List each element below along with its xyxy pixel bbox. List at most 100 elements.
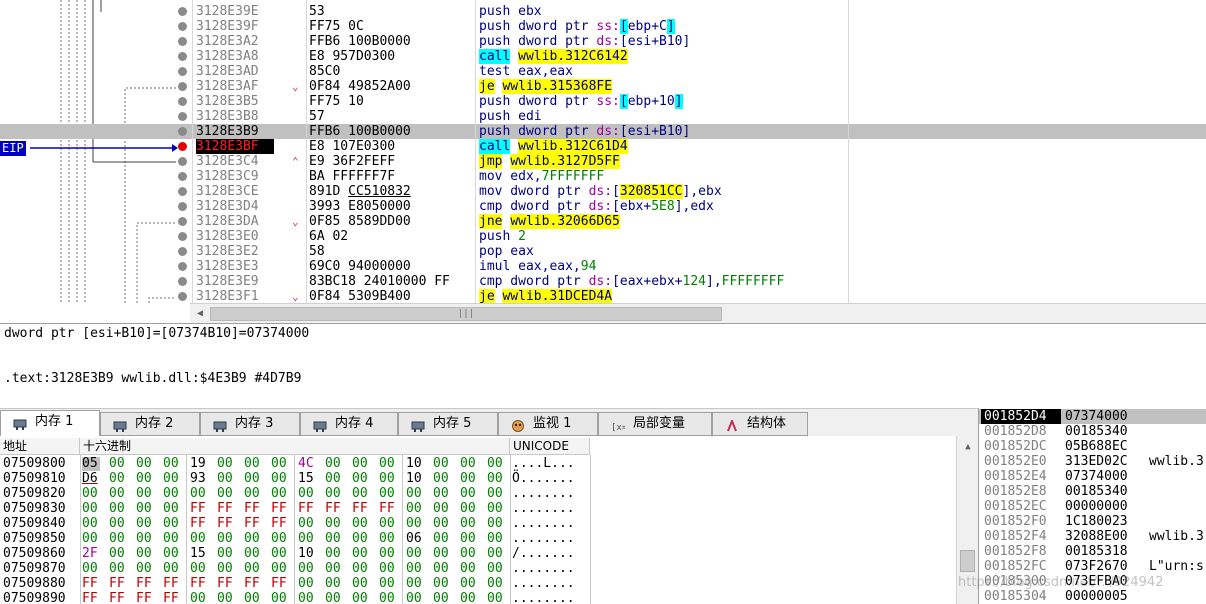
disasm-row[interactable]: 3128E39E 53 push ebx bbox=[0, 4, 1206, 19]
dump-byte[interactable]: 00 bbox=[352, 487, 370, 501]
line-marker-icon[interactable] bbox=[178, 172, 187, 181]
dump-byte[interactable]: 00 bbox=[82, 562, 100, 576]
dump-byte[interactable]: 00 bbox=[352, 547, 370, 561]
line-marker-icon[interactable] bbox=[178, 157, 187, 166]
dump-byte[interactable]: 00 bbox=[406, 592, 424, 604]
dump-byte[interactable]: 00 bbox=[325, 562, 343, 576]
dump-byte[interactable]: 00 bbox=[298, 592, 316, 604]
dump-byte[interactable]: 00 bbox=[325, 487, 343, 501]
dump-byte[interactable]: 00 bbox=[217, 487, 235, 501]
dump-byte[interactable]: 00 bbox=[460, 487, 478, 501]
dump-byte[interactable]: 00 bbox=[298, 577, 316, 591]
dump-byte[interactable]: 00 bbox=[82, 502, 100, 516]
disasm-row[interactable]: 3128E3DA ⌄ 0F85 8589DD00 jne wwlib.32066D65 bbox=[0, 214, 1206, 229]
dump-byte[interactable]: 00 bbox=[379, 517, 397, 531]
dump-byte[interactable]: 00 bbox=[244, 487, 262, 501]
dump-byte[interactable]: 00 bbox=[460, 562, 478, 576]
dump-byte[interactable]: 00 bbox=[298, 562, 316, 576]
dump-byte[interactable]: 00 bbox=[298, 532, 316, 546]
dump-byte[interactable]: 00 bbox=[433, 457, 451, 471]
dump-byte[interactable]: 00 bbox=[406, 547, 424, 561]
dump-byte[interactable]: 00 bbox=[460, 532, 478, 546]
dump-byte[interactable]: 00 bbox=[109, 562, 127, 576]
dump-byte[interactable]: FF bbox=[244, 577, 262, 591]
dump-byte[interactable]: 00 bbox=[487, 532, 505, 546]
dump-byte[interactable]: 00 bbox=[271, 562, 289, 576]
dump-byte[interactable]: 00 bbox=[244, 547, 262, 561]
dump-byte[interactable]: 10 bbox=[406, 472, 424, 486]
tab-4[interactable]: 内存 4 bbox=[300, 412, 398, 436]
dump-byte[interactable]: 00 bbox=[352, 592, 370, 604]
dump-byte[interactable]: 00 bbox=[163, 487, 181, 501]
dump-byte[interactable]: FF bbox=[109, 577, 127, 591]
dump-byte[interactable]: FF bbox=[325, 502, 343, 516]
dump-byte[interactable]: FF bbox=[298, 502, 316, 516]
disassembly-pane[interactable]: EIP 3128E39E 53 push ebx 3128E39F FF75 0C pus… bbox=[0, 0, 1206, 303]
dump-byte[interactable]: 00 bbox=[325, 457, 343, 471]
dump-byte[interactable]: FF bbox=[190, 577, 208, 591]
dump-byte[interactable]: 00 bbox=[325, 532, 343, 546]
dump-byte[interactable]: 00 bbox=[190, 487, 208, 501]
disasm-row[interactable]: 3128E3AF ⌄ 0F84 49852A00 je wwlib.315368FE bbox=[0, 79, 1206, 94]
dump-byte[interactable]: 00 bbox=[217, 457, 235, 471]
tab-7[interactable]: [x=] 局部变量 bbox=[598, 412, 712, 436]
dump-byte[interactable]: 00 bbox=[460, 547, 478, 561]
dump-byte[interactable]: 00 bbox=[163, 457, 181, 471]
dump-byte[interactable]: 00 bbox=[190, 562, 208, 576]
dump-byte[interactable]: 00 bbox=[487, 547, 505, 561]
disasm-row[interactable]: 3128E3AD 85C0 test eax,eax bbox=[0, 64, 1206, 79]
dump-byte[interactable]: 00 bbox=[136, 547, 154, 561]
scroll-left-icon[interactable]: ◀ bbox=[192, 306, 208, 322]
dump-byte[interactable]: D6 bbox=[82, 472, 100, 486]
dump-byte[interactable]: 00 bbox=[244, 457, 262, 471]
dump-byte[interactable]: 00 bbox=[244, 562, 262, 576]
dump-byte[interactable]: FF bbox=[163, 592, 181, 604]
dump-byte[interactable]: 00 bbox=[487, 577, 505, 591]
dump-byte[interactable]: 00 bbox=[433, 592, 451, 604]
dump-byte[interactable]: 00 bbox=[271, 547, 289, 561]
tab-1[interactable]: 内存 1 bbox=[0, 410, 100, 437]
dump-byte[interactable]: 00 bbox=[487, 457, 505, 471]
dump-byte[interactable]: 00 bbox=[136, 487, 154, 501]
line-marker-icon[interactable] bbox=[178, 292, 187, 301]
dump-byte[interactable]: 00 bbox=[460, 592, 478, 604]
dump-byte[interactable]: 00 bbox=[271, 487, 289, 501]
disasm-row[interactable]: 3128E3A8 E8 957D0300 call wwlib.312C6142 bbox=[0, 49, 1206, 64]
line-marker-icon[interactable] bbox=[178, 112, 187, 121]
dump-byte[interactable]: FF bbox=[271, 517, 289, 531]
line-marker-icon[interactable] bbox=[178, 202, 187, 211]
dump-byte[interactable]: 00 bbox=[163, 502, 181, 516]
dump-byte[interactable]: 00 bbox=[352, 472, 370, 486]
breakpoint-icon[interactable] bbox=[178, 142, 187, 151]
dump-byte[interactable]: 00 bbox=[460, 472, 478, 486]
dump-byte[interactable]: 06 bbox=[406, 532, 424, 546]
dump-byte[interactable]: FF bbox=[82, 592, 100, 604]
dump-byte[interactable]: 00 bbox=[244, 592, 262, 604]
disasm-row[interactable]: 3128E3B5 FF75 10 push dword ptr ss:[ebp+10… bbox=[0, 94, 1206, 109]
disasm-row[interactable]: 3128E3E3 69C0 94000000 imul eax,eax,94 bbox=[0, 259, 1206, 274]
stack-row[interactable]: 001852E4 07374000 bbox=[979, 469, 1206, 484]
memory-dump[interactable]: 地址 十六进制 UNICODE 07509800 05 00 00 00 19 00 00 00… bbox=[0, 436, 978, 604]
line-marker-icon[interactable] bbox=[178, 97, 187, 106]
dump-byte[interactable]: FF bbox=[217, 502, 235, 516]
dump-byte[interactable]: 00 bbox=[190, 592, 208, 604]
dump-byte[interactable]: 00 bbox=[325, 547, 343, 561]
dump-byte[interactable]: 00 bbox=[163, 532, 181, 546]
dump-byte[interactable]: FF bbox=[217, 517, 235, 531]
dump-byte[interactable]: 00 bbox=[379, 577, 397, 591]
dump-byte[interactable]: 00 bbox=[271, 532, 289, 546]
stack-row[interactable]: 001852E8 00185340 bbox=[979, 484, 1206, 499]
dump-byte[interactable]: 00 bbox=[379, 592, 397, 604]
line-marker-icon[interactable] bbox=[178, 277, 187, 286]
dump-byte[interactable]: 00 bbox=[487, 502, 505, 516]
disasm-row[interactable]: 3128E3E9 83BC18 24010000 FF cmp dword ptr … bbox=[0, 274, 1206, 289]
line-marker-icon[interactable] bbox=[178, 37, 187, 46]
dump-byte[interactable]: 00 bbox=[271, 472, 289, 486]
line-marker-icon[interactable] bbox=[178, 7, 187, 16]
dump-byte[interactable]: 00 bbox=[217, 472, 235, 486]
dump-byte[interactable]: 00 bbox=[109, 472, 127, 486]
dump-byte[interactable]: 00 bbox=[109, 547, 127, 561]
dump-byte[interactable]: 00 bbox=[433, 562, 451, 576]
disasm-horizontal-scrollbar[interactable]: ◀ ||| bbox=[190, 303, 1206, 323]
tab-6[interactable]: 监视 1 bbox=[498, 412, 598, 436]
